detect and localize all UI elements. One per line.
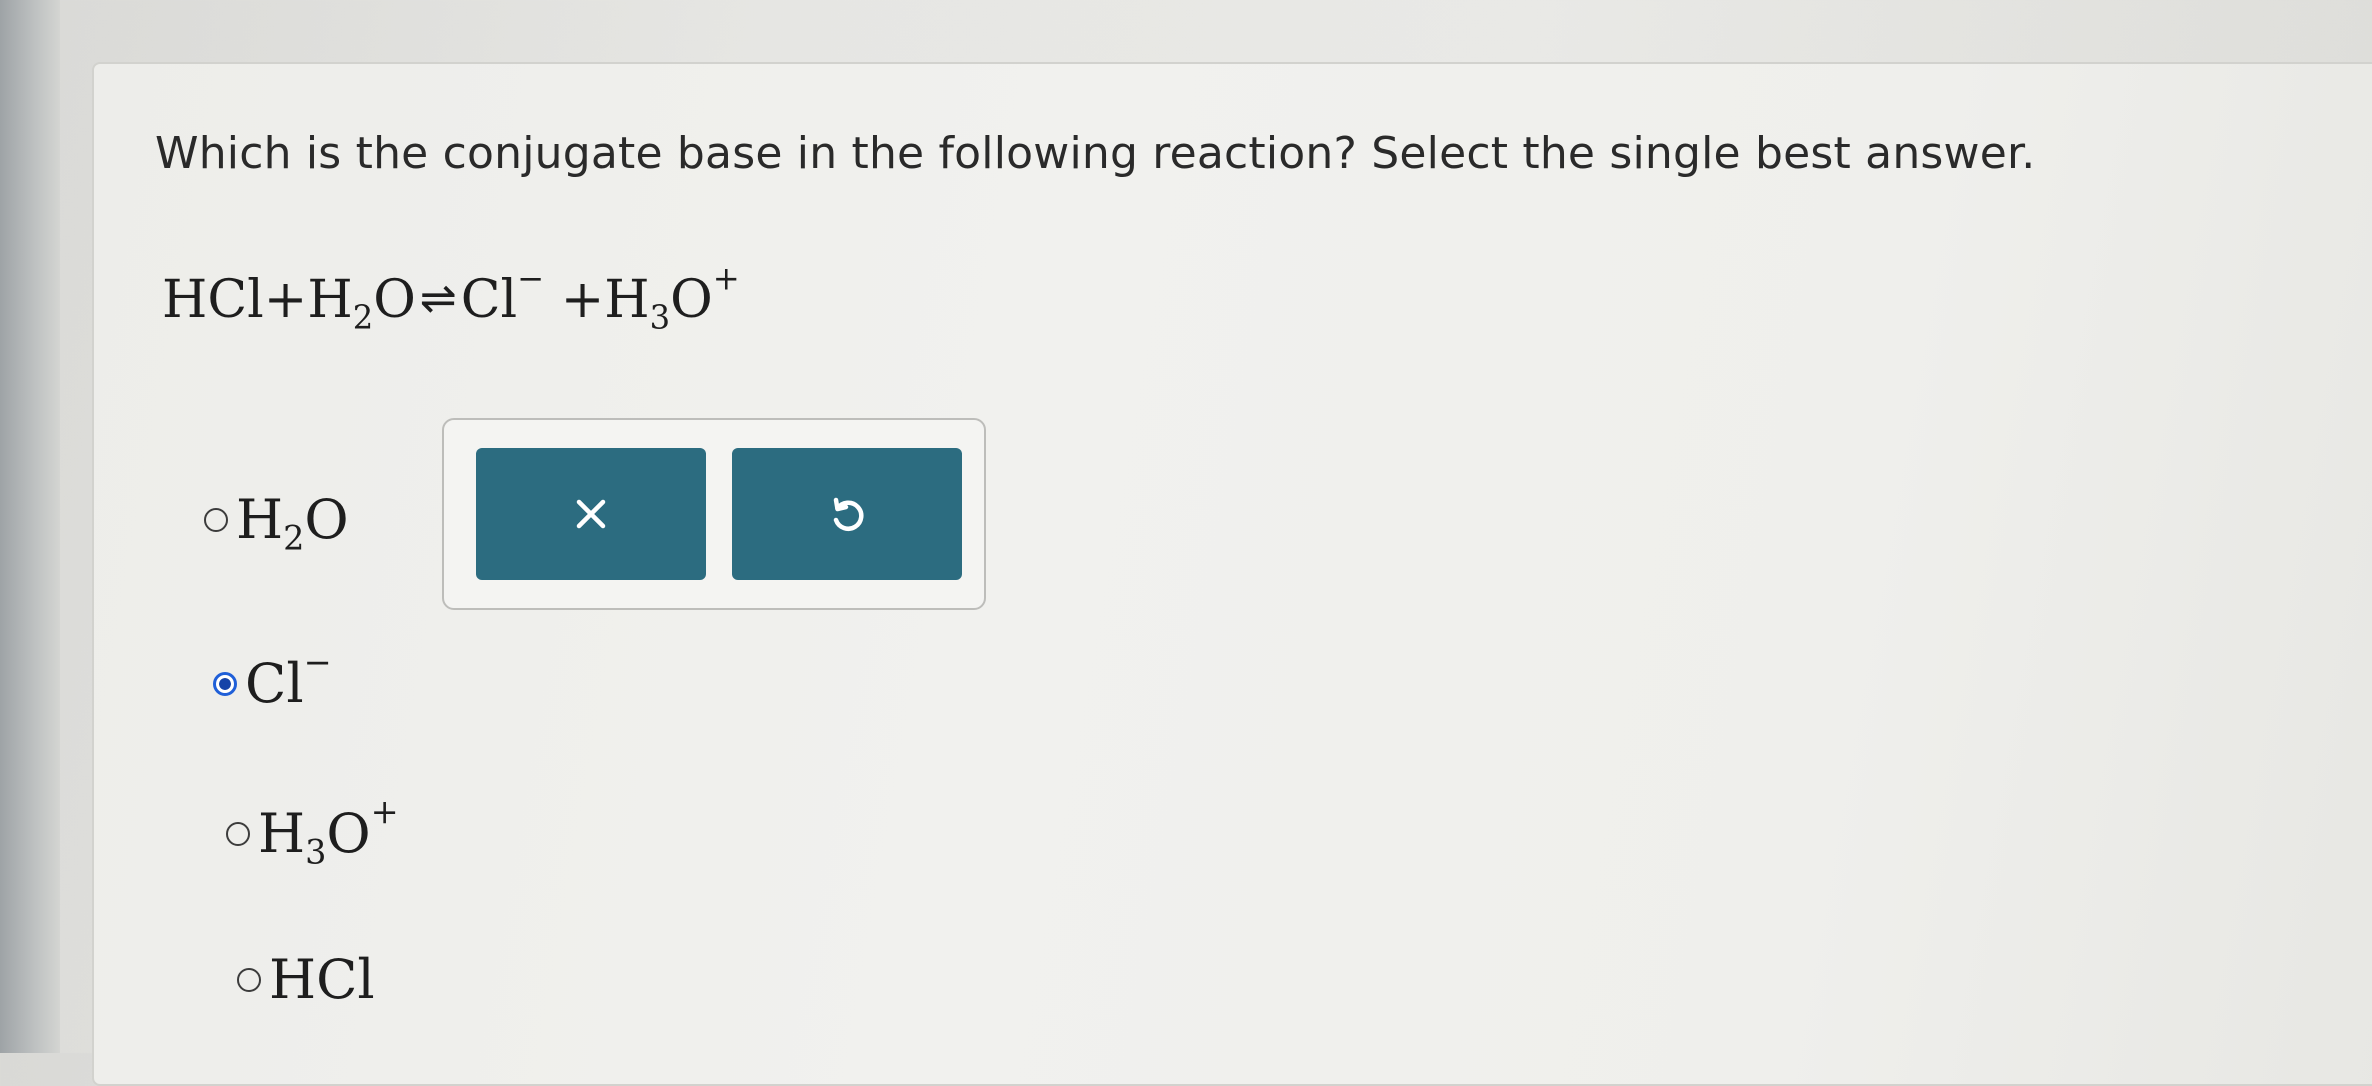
- answer-option-h2o[interactable]: H2O: [204, 488, 349, 558]
- option-label: HCl: [269, 948, 375, 1011]
- option-label: H2O: [236, 488, 349, 558]
- undo-icon: [833, 497, 864, 531]
- answer-option-chloride[interactable]: Cl−: [213, 642, 332, 715]
- radio-button[interactable]: [204, 507, 228, 532]
- product-hydronium: H3O+: [604, 259, 740, 337]
- radio-button-selected[interactable]: [213, 671, 237, 696]
- reaction-equation: HCl+H2O⇌Cl− +H3O+: [162, 259, 740, 337]
- plus-sign: +: [263, 270, 308, 330]
- screen-bezel-edge: [0, 0, 60, 1053]
- product-chloride: Cl−: [460, 259, 545, 330]
- question-prompt: Which is the conjugate base in the follo…: [155, 128, 2036, 179]
- undo-button[interactable]: [732, 448, 962, 580]
- radio-button[interactable]: [226, 821, 250, 846]
- close-icon: [576, 499, 606, 529]
- option-label: Cl−: [245, 642, 332, 715]
- reactant-hcl: HCl: [162, 270, 264, 330]
- answer-option-h3o[interactable]: H3O+: [226, 792, 399, 872]
- reactant-water: H2O: [307, 270, 416, 337]
- question-panel: [92, 62, 2372, 1086]
- option-label: H3O+: [258, 792, 399, 872]
- answer-toolbox: [442, 418, 986, 610]
- radio-button[interactable]: [237, 967, 261, 992]
- answer-option-hcl[interactable]: HCl: [237, 948, 375, 1011]
- clear-button[interactable]: [476, 448, 706, 580]
- plus-sign: +: [560, 270, 605, 330]
- equilibrium-arrow: ⇌: [419, 273, 457, 324]
